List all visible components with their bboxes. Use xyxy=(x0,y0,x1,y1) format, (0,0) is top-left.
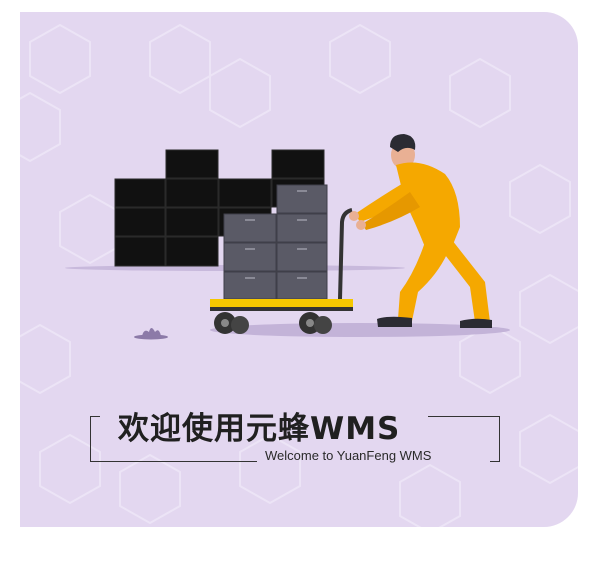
frame-corner xyxy=(490,461,500,462)
welcome-subtitle: Welcome to YuanFeng WMS xyxy=(265,448,432,463)
frame-corner xyxy=(90,416,91,462)
frame-line xyxy=(428,416,500,417)
frame-corner xyxy=(499,416,500,462)
welcome-title-block: 欢迎使用元蜂WMS Welcome to YuanFeng WMS xyxy=(90,397,510,467)
worker xyxy=(349,134,492,328)
small-plant xyxy=(134,328,168,340)
welcome-panel: 欢迎使用元蜂WMS Welcome to YuanFeng WMS xyxy=(20,12,578,527)
welcome-title: 欢迎使用元蜂WMS xyxy=(118,411,401,447)
frame-line xyxy=(90,461,257,462)
frame-corner xyxy=(90,416,100,417)
